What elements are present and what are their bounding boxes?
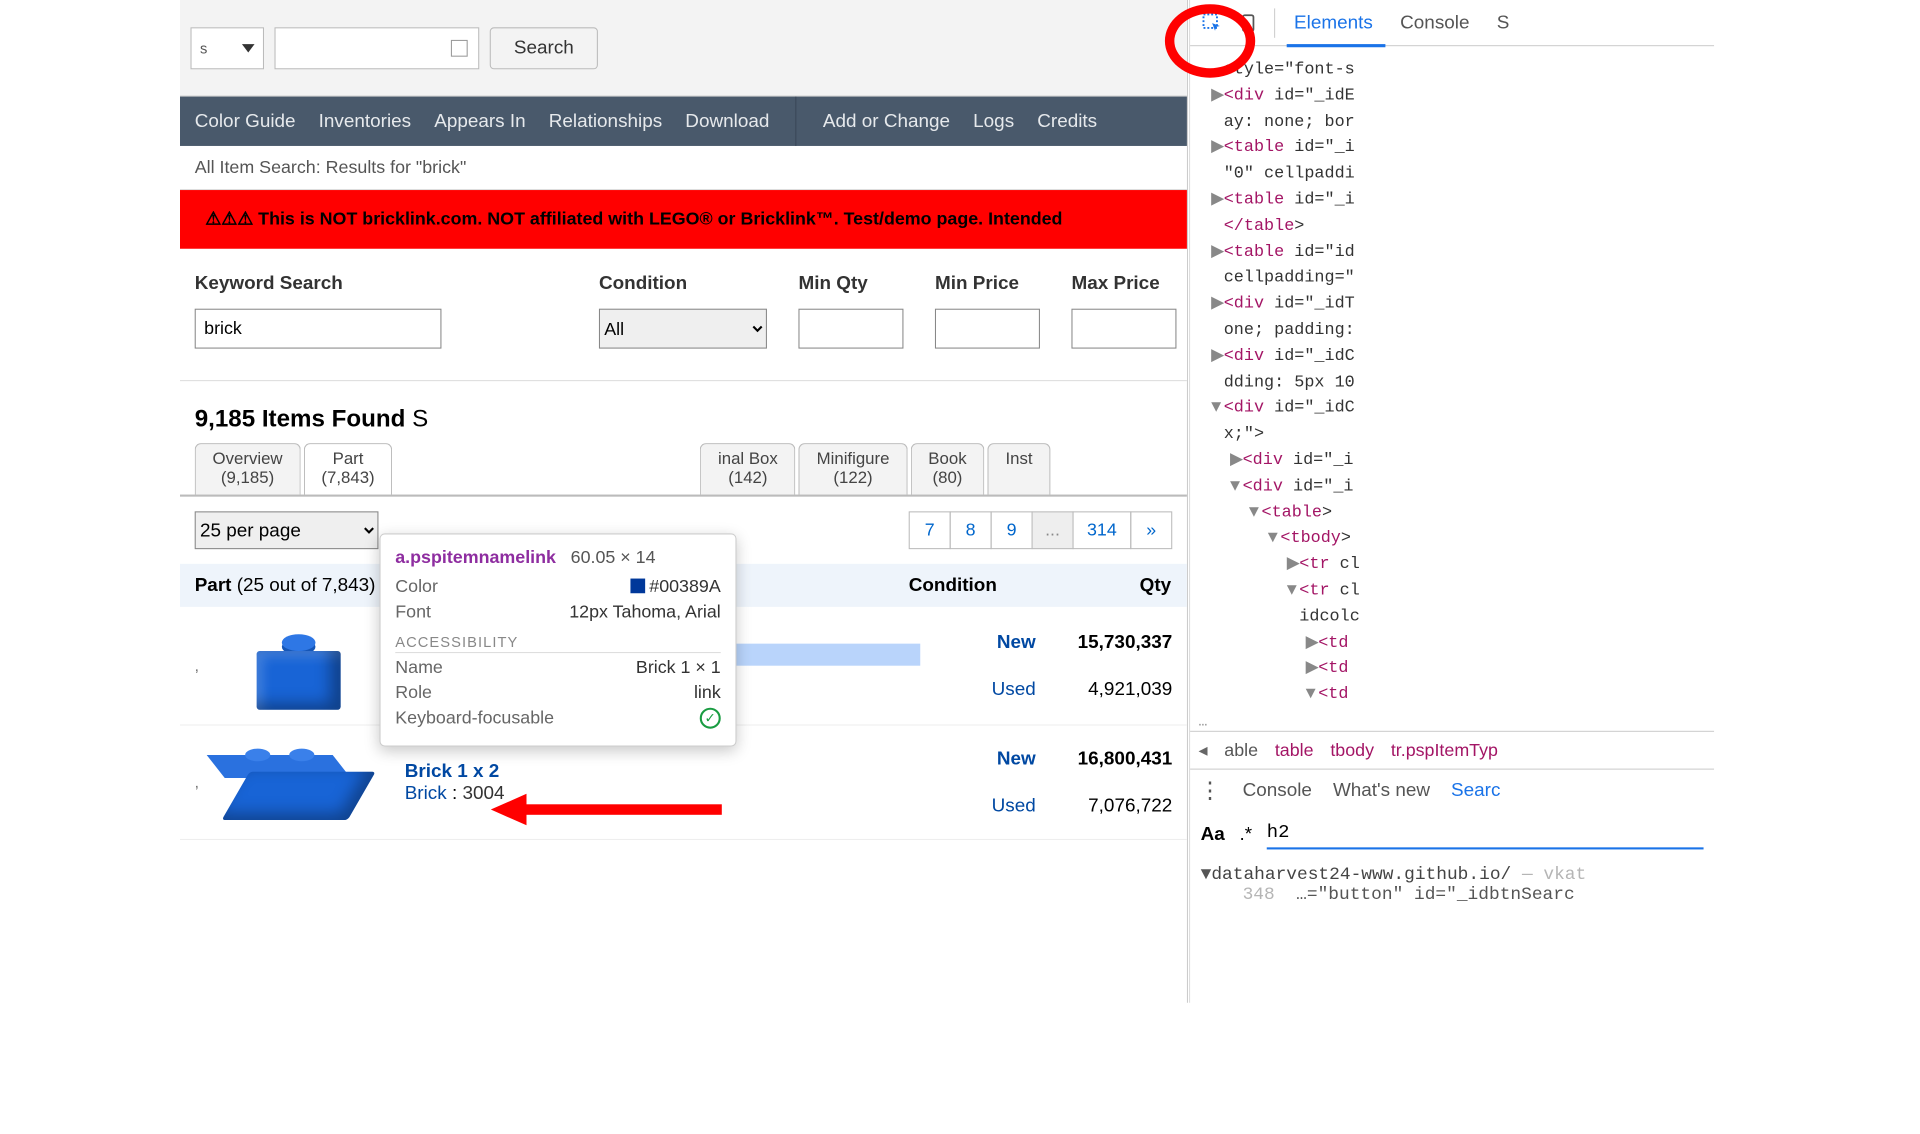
pager: 7 8 9 ... 314 »: [910, 511, 1173, 549]
inspector-tooltip: a.pspitemnamelink 60.05 × 14 Color#00389…: [380, 533, 737, 746]
dom-breadcrumb[interactable]: ◂ able table tbody tr.pspItemTyp: [1190, 731, 1714, 769]
tooltip-dimensions: 60.05 × 14: [571, 547, 656, 568]
navbar: Color Guide Inventories Appears In Relat…: [180, 97, 1187, 146]
page-7[interactable]: 7: [909, 511, 951, 549]
qty-used: 7,076,722: [1036, 795, 1173, 817]
per-page-select[interactable]: 25 per page: [195, 511, 379, 549]
results-count: 9,185 Items Found S: [180, 381, 1187, 443]
tooltip-selector: a.pspitemnamelink: [395, 547, 556, 568]
devtools-search-input[interactable]: [1267, 818, 1704, 850]
page-next[interactable]: »: [1130, 511, 1172, 549]
devtools-pane: Elements Console S style="font-s▶<div id…: [1189, 0, 1714, 1003]
drawer-tab-whatsnew[interactable]: What's new: [1333, 779, 1430, 801]
item-image[interactable]: ,: [195, 622, 405, 710]
tab-elements[interactable]: Elements: [1286, 12, 1382, 34]
webpage-pane: s Search Color Guide Inventories Appears…: [180, 0, 1188, 1003]
drawer-tabs: ⋮ Console What's new Searc: [1190, 769, 1714, 811]
cond-used[interactable]: Used: [920, 678, 1036, 700]
tab-book[interactable]: Book(80): [910, 443, 984, 494]
keyword-input[interactable]: [195, 309, 442, 349]
tab-more[interactable]: S: [1488, 12, 1517, 34]
cond-new[interactable]: New: [920, 748, 1036, 770]
cond-used[interactable]: Used: [920, 795, 1036, 817]
cond-new[interactable]: New: [920, 631, 1036, 653]
top-search-bar: s Search: [180, 0, 1187, 97]
nav-appears-in[interactable]: Appears In: [434, 110, 525, 132]
nav-credits[interactable]: Credits: [1037, 110, 1097, 132]
dom-more-indicator: …: [1190, 714, 1714, 731]
item-category-link[interactable]: Brick: [405, 782, 447, 803]
qty-new: 15,730,337: [1036, 631, 1173, 653]
breadcrumb: All Item Search: Results for "brick": [180, 146, 1187, 190]
condition-label: Condition: [599, 272, 767, 294]
search-results[interactable]: ▼dataharvest24-www.github.io/ — vkat 348…: [1190, 857, 1714, 914]
maxprice-label: Max Price: [1071, 272, 1176, 294]
top-search-input[interactable]: [275, 27, 480, 69]
page-ellipsis: ...: [1032, 511, 1074, 549]
qty-used: 4,921,039: [1036, 678, 1173, 700]
maxprice-input[interactable]: [1071, 309, 1176, 349]
keyword-label: Keyword Search: [195, 272, 442, 294]
minprice-input[interactable]: [935, 309, 1040, 349]
drawer-tab-search[interactable]: Searc: [1451, 779, 1500, 801]
type-tabs: Overview(9,185) Part(7,843) inal Box(142…: [180, 443, 1187, 497]
nav-logs[interactable]: Logs: [973, 110, 1014, 132]
condition-select[interactable]: All: [599, 309, 767, 349]
annotation-circle: [1165, 4, 1255, 78]
tab-console[interactable]: Console: [1392, 12, 1478, 34]
item-image[interactable]: ,: [195, 740, 405, 824]
page-314[interactable]: 314: [1073, 511, 1132, 549]
tab-overview[interactable]: Overview(9,185): [195, 443, 301, 494]
warning-banner: ⚠⚠⚠ This is NOT bricklink.com. NOT affil…: [180, 190, 1187, 249]
minprice-label: Min Price: [935, 272, 1040, 294]
nav-separator: [796, 97, 797, 146]
devtools-tabs: Elements Console S: [1190, 0, 1714, 46]
nav-inventories[interactable]: Inventories: [319, 110, 411, 132]
dom-tree[interactable]: style="font-s▶<div id="_idEay: none; bor…: [1190, 46, 1714, 714]
category-dropdown[interactable]: s: [191, 27, 265, 69]
qty-new: 16,800,431: [1036, 748, 1173, 770]
tab-instructions[interactable]: Inst: [988, 443, 1051, 494]
page-8[interactable]: 8: [950, 511, 992, 549]
devtools-search-bar: Aa .*: [1190, 811, 1714, 857]
nav-add-change[interactable]: Add or Change: [823, 110, 950, 132]
case-toggle[interactable]: Aa: [1201, 823, 1225, 845]
tab-part[interactable]: Part(7,843): [304, 443, 393, 494]
search-button[interactable]: Search: [490, 27, 598, 69]
tab-originalbox[interactable]: inal Box(142): [700, 443, 795, 494]
item-name-link[interactable]: Brick 1 x 2: [405, 760, 921, 782]
nav-color-guide[interactable]: Color Guide: [195, 110, 296, 132]
nav-relationships[interactable]: Relationships: [549, 110, 662, 132]
minqty-input[interactable]: [798, 309, 903, 349]
color-swatch-icon: [630, 579, 645, 594]
regex-toggle[interactable]: .*: [1239, 823, 1252, 845]
annotation-arrow: [491, 794, 733, 823]
kebab-menu-icon[interactable]: ⋮: [1199, 776, 1222, 803]
nav-download[interactable]: Download: [685, 110, 769, 132]
caret-down-icon: [242, 44, 255, 52]
tab-minifigure[interactable]: Minifigure(122): [799, 443, 908, 494]
drawer-tab-console[interactable]: Console: [1243, 779, 1312, 801]
minqty-label: Min Qty: [798, 272, 903, 294]
checkbox-icon[interactable]: [451, 39, 468, 56]
check-circle-icon: ✓: [700, 708, 721, 729]
filter-bar: Keyword Search Condition All Min Qty Min…: [180, 249, 1187, 381]
page-9[interactable]: 9: [991, 511, 1033, 549]
